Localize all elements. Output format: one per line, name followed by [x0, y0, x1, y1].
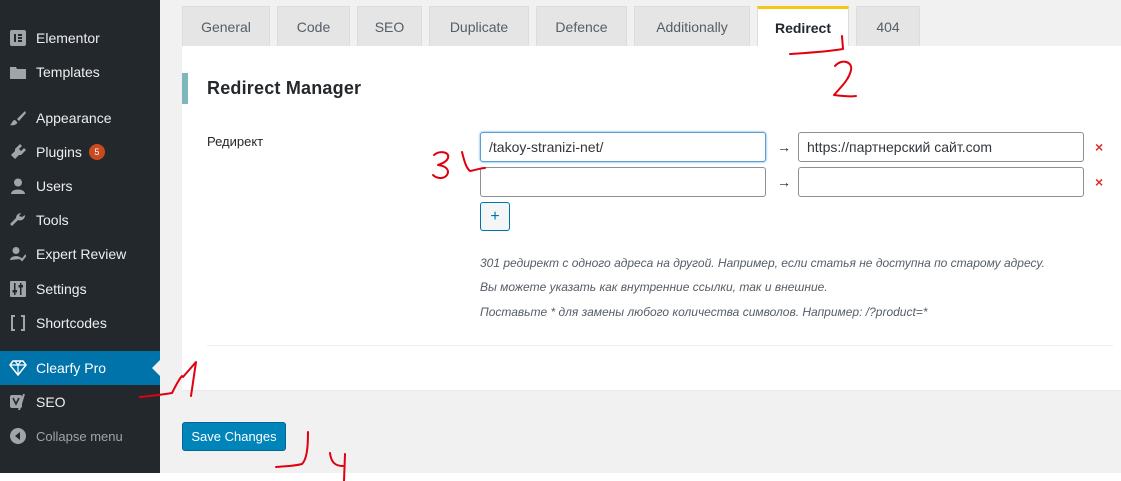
- tab-duplicate[interactable]: Duplicate: [429, 6, 529, 46]
- tab-404[interactable]: 404: [856, 6, 920, 46]
- wrench-icon: [8, 210, 28, 230]
- redirect-from-input[interactable]: [480, 132, 766, 162]
- sidebar-item-shortcodes[interactable]: Shortcodes: [0, 306, 160, 340]
- sidebar-item-clearfy-pro[interactable]: Clearfy Pro: [0, 351, 160, 385]
- user-icon: [8, 176, 28, 196]
- settings-sliders-icon: [8, 279, 28, 299]
- hint-text: Поставьте * для замены любого количества…: [480, 305, 928, 319]
- sidebar-item-label: SEO: [36, 394, 66, 410]
- plug-icon: [8, 142, 28, 162]
- footer-strip: [0, 473, 1121, 481]
- yoast-icon: [8, 392, 28, 412]
- sidebar-item-appearance[interactable]: Appearance: [0, 101, 160, 135]
- sidebar-item-elementor[interactable]: Elementor: [0, 21, 160, 55]
- sidebar-item-seo[interactable]: SEO: [0, 385, 160, 419]
- sidebar-item-label: Collapse menu: [36, 428, 123, 444]
- sidebar-item-label: Settings: [36, 281, 87, 297]
- redirect-from-input[interactable]: [480, 167, 766, 197]
- tab-general[interactable]: General: [182, 6, 270, 46]
- sidebar-item-plugins[interactable]: Plugins 5: [0, 135, 160, 169]
- redirect-to-input[interactable]: [798, 167, 1084, 197]
- redirect-arrow: →: [777, 139, 791, 155]
- sidebar-item-label: Expert Review: [36, 246, 127, 262]
- tab-seo[interactable]: SEO: [357, 6, 422, 46]
- sidebar-item-tools[interactable]: Tools: [0, 203, 160, 237]
- redirect-arrow: →: [777, 174, 791, 190]
- sidebar-item-templates[interactable]: Templates: [0, 55, 160, 89]
- page-title: Redirect Manager: [207, 78, 362, 98]
- sidebar-item-users[interactable]: Users: [0, 169, 160, 203]
- folder-icon: [8, 62, 28, 82]
- redirect-to-input[interactable]: [798, 132, 1084, 162]
- sidebar-item-label: Shortcodes: [36, 315, 107, 331]
- tab-additionally[interactable]: Additionally: [634, 6, 750, 46]
- sidebar-item-label: Elementor: [36, 30, 100, 46]
- sidebar-item-label: Users: [36, 178, 73, 194]
- sidebar-item-label: Plugins: [36, 144, 82, 160]
- collapse-icon: [8, 426, 28, 446]
- hint-text: 301 редирект с одного адреса на другой. …: [480, 256, 1045, 270]
- diamond-icon: [8, 358, 28, 378]
- collapse-menu-button[interactable]: Collapse menu: [0, 419, 160, 453]
- tab-redirect[interactable]: Redirect: [757, 6, 849, 47]
- tab-defence[interactable]: Defence: [536, 6, 627, 46]
- sidebar-item-label: Tools: [36, 212, 69, 228]
- plugins-update-badge: 5: [88, 144, 105, 160]
- sidebar-item-label: Clearfy Pro: [36, 360, 107, 376]
- add-redirect-button[interactable]: +: [480, 202, 510, 231]
- redirect-field-label: Редирект: [207, 134, 264, 149]
- sidebar-item-settings[interactable]: Settings: [0, 272, 160, 306]
- brackets-icon: [8, 313, 28, 333]
- elementor-icon: [8, 28, 28, 48]
- admin-sidebar: Elementor Templates Appearance Plugins 5…: [0, 0, 160, 473]
- sidebar-item-label: Templates: [36, 64, 100, 80]
- sidebar-item-label: Appearance: [36, 110, 112, 126]
- sidebar-item-expert-review[interactable]: Expert Review: [0, 237, 160, 271]
- remove-row-icon[interactable]: ×: [1095, 139, 1103, 155]
- hint-text: Вы можете указать как внутренние ссылки,…: [480, 280, 828, 294]
- reviewer-icon: [8, 244, 28, 264]
- save-changes-button[interactable]: Save Changes: [182, 422, 286, 451]
- tab-code[interactable]: Code: [277, 6, 350, 46]
- remove-row-icon[interactable]: ×: [1095, 174, 1103, 190]
- title-accent-bar: [182, 73, 188, 104]
- paintbrush-icon: [8, 108, 28, 128]
- panel-divider: [207, 345, 1113, 346]
